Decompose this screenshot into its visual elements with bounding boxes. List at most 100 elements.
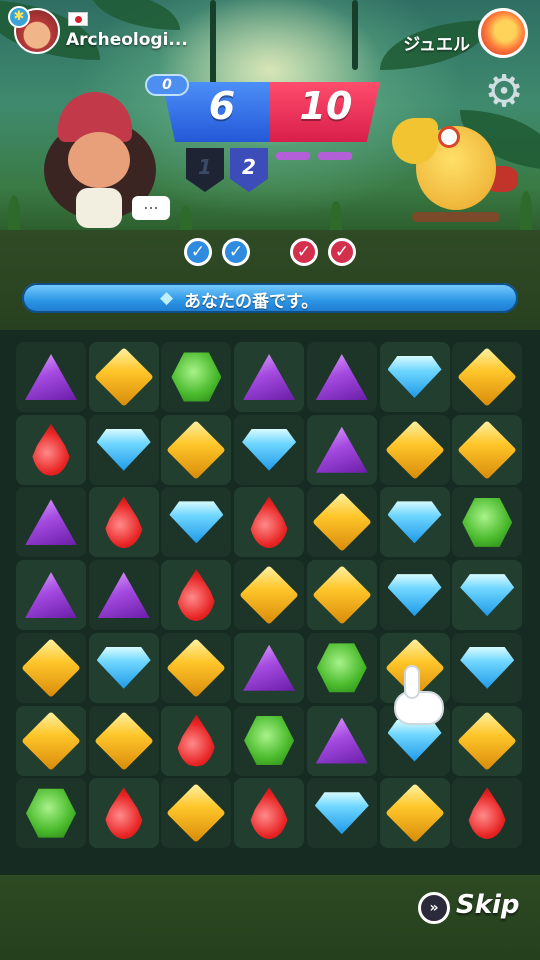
blue-gem-icon[interactable] — [387, 574, 442, 617]
board-cell[interactable] — [16, 487, 86, 558]
board-cell[interactable] — [234, 560, 305, 631]
board-cell[interactable] — [379, 342, 450, 412]
board-cell[interactable] — [161, 632, 232, 703]
blue-gem-icon[interactable] — [96, 646, 151, 689]
board-cell[interactable] — [88, 632, 159, 703]
board-cell[interactable] — [16, 414, 86, 485]
board-cell[interactable] — [306, 560, 377, 631]
red-gem-icon[interactable] — [249, 496, 290, 549]
yellow-gem-icon[interactable] — [166, 638, 227, 698]
board-cell[interactable] — [452, 705, 523, 776]
blue-gem-icon[interactable] — [460, 646, 515, 689]
board-cell[interactable] — [306, 705, 377, 776]
board-cell[interactable] — [452, 632, 523, 703]
board-cell[interactable] — [88, 414, 159, 485]
board-cell[interactable] — [306, 632, 377, 703]
board-cell[interactable] — [452, 560, 523, 631]
board-cell[interactable] — [306, 342, 377, 412]
yellow-gem-icon[interactable] — [21, 638, 81, 698]
blue-gem-icon[interactable] — [96, 428, 151, 471]
board-cell[interactable] — [306, 414, 377, 485]
green-gem-icon[interactable] — [171, 352, 222, 402]
red-gem-icon[interactable] — [176, 569, 217, 622]
board-cell[interactable] — [234, 342, 305, 412]
purple-gem-icon[interactable] — [315, 354, 368, 400]
purple-gem-icon[interactable] — [25, 354, 77, 400]
board-cell[interactable] — [379, 414, 450, 485]
board-cell[interactable] — [88, 487, 159, 558]
yellow-gem-icon[interactable] — [312, 492, 372, 553]
green-gem-icon[interactable] — [316, 643, 367, 693]
red-gem-icon[interactable] — [103, 496, 144, 549]
purple-gem-icon[interactable] — [243, 644, 296, 691]
yellow-gem-icon[interactable] — [21, 710, 81, 771]
red-gem-icon[interactable] — [249, 787, 290, 840]
yellow-gem-icon[interactable] — [457, 347, 517, 407]
board-cell[interactable] — [88, 778, 159, 849]
chat-bubble-button[interactable]: ... — [132, 196, 170, 220]
purple-gem-icon[interactable] — [315, 426, 368, 473]
board-cell[interactable] — [88, 560, 159, 631]
green-gem-icon[interactable] — [26, 788, 76, 838]
blue-gem-icon[interactable] — [169, 501, 224, 544]
board-cell[interactable] — [234, 414, 305, 485]
blue-gem-icon[interactable] — [314, 792, 369, 835]
board-cell[interactable] — [161, 342, 232, 412]
board-cell[interactable] — [161, 705, 232, 776]
board-cell[interactable] — [234, 705, 305, 776]
board-cell[interactable] — [16, 632, 86, 703]
yellow-gem-icon[interactable] — [93, 710, 154, 771]
purple-gem-icon[interactable] — [97, 572, 150, 619]
gem-board[interactable] — [16, 342, 524, 850]
board-cell[interactable] — [161, 487, 232, 558]
yellow-gem-icon[interactable] — [457, 710, 517, 771]
fast-forward-icon: » — [418, 892, 450, 924]
board-cell[interactable] — [88, 342, 159, 412]
board-cell[interactable] — [452, 342, 523, 412]
yellow-gem-icon[interactable] — [166, 783, 227, 843]
board-cell[interactable] — [306, 778, 377, 849]
board-cell[interactable] — [234, 632, 305, 703]
opponent-avatar[interactable] — [478, 8, 528, 58]
board-cell[interactable] — [379, 560, 450, 631]
yellow-gem-icon[interactable] — [384, 783, 445, 843]
board-cell[interactable] — [452, 414, 523, 485]
board-cell[interactable] — [234, 487, 305, 558]
yellow-gem-icon[interactable] — [312, 565, 372, 625]
blue-gem-icon[interactable] — [460, 574, 515, 617]
red-gem-icon[interactable] — [103, 787, 144, 840]
board-cell[interactable] — [16, 342, 86, 412]
board-cell[interactable] — [161, 560, 232, 631]
yellow-gem-icon[interactable] — [457, 419, 517, 480]
purple-gem-icon[interactable] — [25, 572, 77, 619]
board-cell[interactable] — [161, 778, 232, 849]
board-cell[interactable] — [379, 487, 450, 558]
board-cell[interactable] — [379, 778, 450, 849]
blue-gem-icon[interactable] — [242, 428, 297, 471]
purple-gem-icon[interactable] — [25, 499, 77, 546]
board-cell[interactable] — [16, 778, 86, 849]
yellow-gem-icon[interactable] — [166, 419, 227, 480]
red-gem-icon[interactable] — [176, 714, 217, 767]
board-cell[interactable] — [16, 560, 86, 631]
board-cell[interactable] — [452, 487, 523, 558]
blue-gem-icon[interactable] — [387, 356, 442, 398]
red-gem-icon[interactable] — [31, 423, 71, 476]
yellow-gem-icon[interactable] — [384, 419, 445, 480]
purple-gem-icon[interactable] — [315, 717, 368, 764]
green-gem-icon[interactable] — [244, 716, 295, 765]
skip-button[interactable]: » Skip — [418, 890, 520, 930]
green-gem-icon[interactable] — [462, 497, 513, 547]
purple-gem-icon[interactable] — [243, 354, 296, 400]
yellow-gem-icon[interactable] — [239, 565, 299, 625]
board-cell[interactable] — [306, 487, 377, 558]
board-cell[interactable] — [234, 778, 305, 849]
blue-gem-icon[interactable] — [387, 501, 442, 544]
hand-pointer-icon — [394, 665, 446, 729]
board-cell[interactable] — [452, 778, 523, 849]
red-gem-icon[interactable] — [467, 787, 508, 840]
board-cell[interactable] — [16, 705, 86, 776]
board-cell[interactable] — [88, 705, 159, 776]
board-cell[interactable] — [161, 414, 232, 485]
yellow-gem-icon[interactable] — [93, 347, 154, 407]
